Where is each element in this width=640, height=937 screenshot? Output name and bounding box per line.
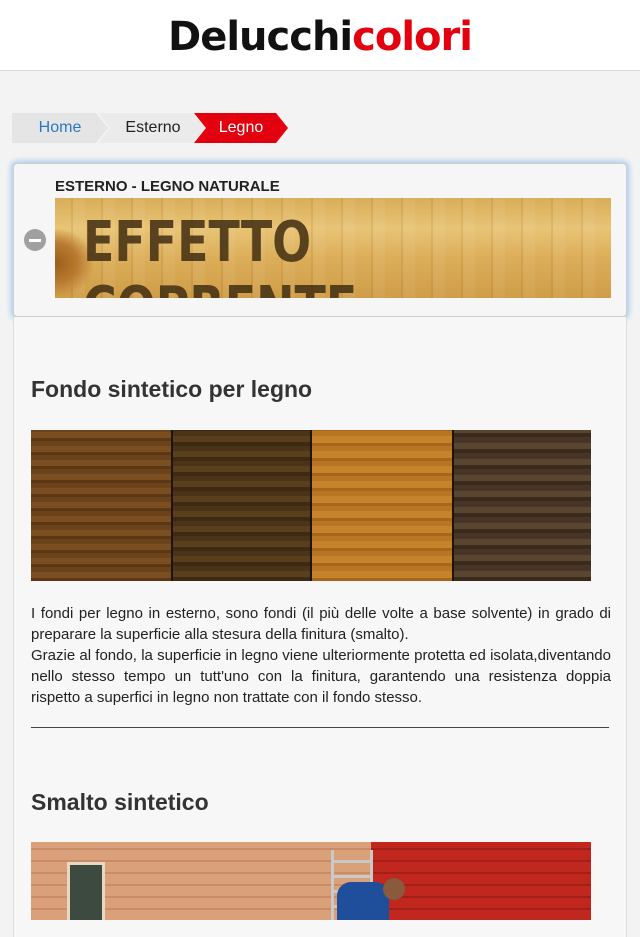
breadcrumb-esterno-link[interactable]: Esterno bbox=[98, 113, 208, 143]
wood-samples-image bbox=[31, 430, 591, 581]
description-paragraph-2: Grazie al fondo, la superficie in legno … bbox=[31, 647, 611, 706]
site-header: Delucchicolori bbox=[0, 0, 640, 71]
site-logo[interactable]: Delucchicolori bbox=[0, 14, 640, 60]
category-panel: ESTERNO - LEGNO NATURALE EFFETTO COPRENT… bbox=[13, 163, 627, 317]
wood-sample-medium-brown bbox=[31, 430, 173, 581]
house-painting-image bbox=[31, 842, 591, 920]
description-paragraph-1: I fondi per legno in esterno, sono fondi… bbox=[31, 605, 611, 643]
logo-text-delucchi: Delucchi bbox=[168, 14, 353, 60]
wood-sample-weathered bbox=[453, 430, 591, 581]
house-window bbox=[67, 862, 105, 920]
logo-text-colori: colori bbox=[352, 14, 473, 60]
banner-text: EFFETTO COPRENTE bbox=[83, 210, 357, 298]
effetto-coprente-banner[interactable]: EFFETTO COPRENTE bbox=[55, 198, 611, 298]
wood-sample-honey bbox=[312, 430, 454, 581]
painter-worker bbox=[337, 882, 389, 920]
panel-title[interactable]: ESTERNO - LEGNO NATURALE bbox=[55, 178, 280, 195]
section-title-fondo: Fondo sintetico per legno bbox=[31, 376, 313, 402]
breadcrumb-current-legno: Legno bbox=[194, 113, 288, 143]
breadcrumb-home-link[interactable]: Home bbox=[12, 113, 108, 143]
section-divider bbox=[31, 727, 609, 728]
painter-head bbox=[383, 878, 405, 900]
collapse-minus-icon[interactable] bbox=[24, 229, 46, 251]
section-title-smalto: Smalto sintetico bbox=[31, 789, 209, 815]
red-painted-wall bbox=[371, 842, 591, 920]
section-description: I fondi per legno in esterno, sono fondi… bbox=[31, 603, 611, 708]
wood-sample-dark-brown bbox=[172, 430, 312, 581]
